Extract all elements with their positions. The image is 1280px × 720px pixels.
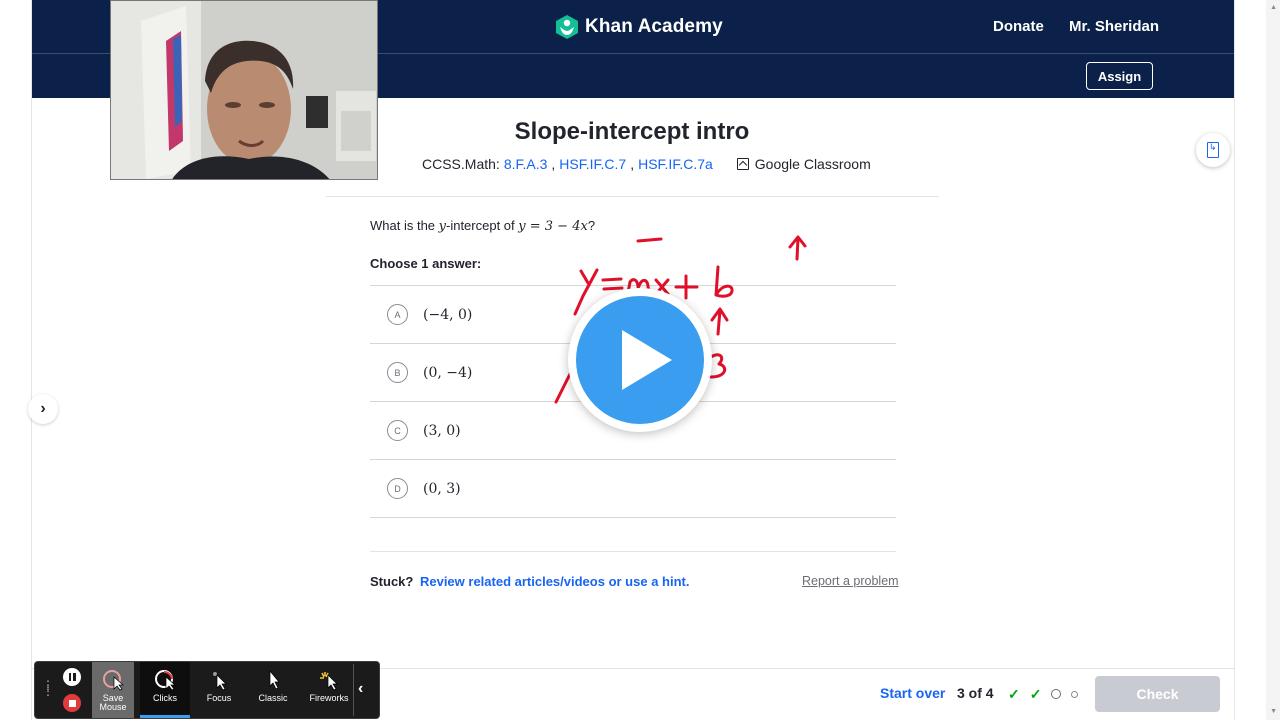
google-classroom-button[interactable]: Google Classroom xyxy=(736,156,871,172)
report-problem-link[interactable]: Report a problem xyxy=(802,574,899,588)
hint-link[interactable]: Review related articles/videos or use a … xyxy=(420,574,690,589)
start-over-button[interactable]: Start over xyxy=(880,685,945,701)
divider xyxy=(326,196,939,197)
standards-separator: , xyxy=(630,156,635,172)
pause-icon xyxy=(73,673,76,681)
check-icon: ✓ xyxy=(1008,686,1020,702)
choice-value: (0, −4) xyxy=(423,364,473,381)
vertical-scrollbar[interactable]: ▲ ▼ xyxy=(1266,0,1280,720)
user-menu[interactable]: Mr. Sheridan xyxy=(1069,18,1159,35)
choice-letter: B xyxy=(387,362,408,383)
question-prompt: What is the y-intercept of y = 3 − 4x? xyxy=(370,218,595,234)
pause-button[interactable] xyxy=(63,668,81,686)
divider xyxy=(370,551,896,552)
video-play-button[interactable] xyxy=(568,288,712,432)
choice-letter: A xyxy=(387,304,408,325)
current-question-icon xyxy=(1051,689,1062,699)
check-icon: ✓ xyxy=(1029,686,1042,702)
choice-value: (−4, 0) xyxy=(423,306,473,323)
help-line: Stuck? Review related articles/videos or… xyxy=(370,574,689,589)
standard-link-3[interactable]: HSF.IF.C.7a xyxy=(638,156,713,172)
scroll-down-icon[interactable]: ▼ xyxy=(1270,708,1277,715)
divider xyxy=(370,517,896,518)
tool-label: Classic xyxy=(258,693,288,703)
standard-link-1[interactable]: 8.F.A.3 xyxy=(504,156,548,172)
brand-name: Khan Academy xyxy=(585,16,723,37)
drag-handle-icon[interactable]: ⋮ ⋮ xyxy=(42,679,55,697)
progress-count: 3 of 4 xyxy=(957,685,994,701)
choice-value: (3, 0) xyxy=(423,422,461,439)
tool-label: Clicks xyxy=(153,693,177,703)
donate-link[interactable]: Donate xyxy=(993,18,1044,35)
stop-icon xyxy=(68,699,76,707)
pending-question-icon xyxy=(1071,690,1079,698)
choice-letter: C xyxy=(387,420,408,441)
google-classroom-label: Google Classroom xyxy=(754,156,871,172)
expand-sidebar-button[interactable]: › xyxy=(28,394,58,424)
standards-line: CCSS.Math: 8.F.A.3, HSF.IF.C.7, HSF.IF.C… xyxy=(422,156,871,172)
standard-link-2[interactable]: HSF.IF.C.7 xyxy=(559,156,626,172)
classic-cursor-icon xyxy=(260,669,286,691)
focus-tool[interactable]: Focus xyxy=(196,662,242,718)
choice-letter: D xyxy=(387,478,408,499)
clicks-icon xyxy=(152,669,178,691)
standards-separator: , xyxy=(551,156,556,172)
ink-dash xyxy=(636,237,663,243)
chevron-left-icon: ‹ xyxy=(358,680,364,697)
standards-prefix: CCSS.Math: xyxy=(422,156,500,172)
question-equation: y = 3 − 4x xyxy=(518,219,588,234)
choice-value: (0, 3) xyxy=(423,480,461,497)
check-button[interactable]: Check xyxy=(1095,676,1220,712)
stuck-label: Stuck? xyxy=(370,574,414,589)
fireworks-icon xyxy=(316,669,342,691)
tool-label: Focus xyxy=(206,693,232,703)
answer-choice-d[interactable]: D (0, 3) xyxy=(370,459,896,517)
progress-dots: ✓ ✓ xyxy=(1008,686,1079,702)
left-margin xyxy=(0,0,32,720)
side-tool-button[interactable] xyxy=(1196,133,1230,167)
tool-label: Save Mouse xyxy=(99,693,127,712)
clicks-tool[interactable]: Clicks xyxy=(140,662,190,718)
stop-button[interactable] xyxy=(63,694,81,712)
pause-icon xyxy=(68,673,71,681)
question-text-middle: -intercept of xyxy=(446,218,519,233)
save-mouse-icon xyxy=(100,669,126,691)
assign-button[interactable]: Assign xyxy=(1086,62,1153,90)
document-icon xyxy=(1207,142,1219,158)
classic-tool[interactable]: Classic xyxy=(250,662,296,718)
khan-academy-logo[interactable]: Khan Academy xyxy=(555,14,723,40)
screen: { "header": { "brand": "Khan Academy", "… xyxy=(0,0,1280,720)
question-variable: y xyxy=(438,219,446,234)
toolbar-separator xyxy=(353,664,354,716)
scroll-up-icon[interactable]: ▲ xyxy=(1270,4,1277,11)
focus-icon xyxy=(206,669,232,691)
fireworks-tool[interactable]: Fireworks xyxy=(304,662,354,718)
khan-leaf-icon xyxy=(556,15,578,39)
choose-instruction: Choose 1 answer: xyxy=(370,256,482,271)
play-circle xyxy=(576,296,704,424)
play-icon xyxy=(622,330,672,390)
tool-label: Fireworks xyxy=(309,693,349,703)
webcam-overlay xyxy=(110,0,378,180)
chevron-right-icon: › xyxy=(40,400,46,417)
share-icon xyxy=(736,158,749,170)
save-mouse-tool[interactable]: Save Mouse xyxy=(92,662,134,718)
collapse-toolbar-button[interactable]: ‹ xyxy=(358,680,363,698)
ink-arrow-up xyxy=(788,235,807,261)
question-text-start: What is the xyxy=(370,218,439,233)
presenter-video xyxy=(111,1,377,179)
question-text-end: ? xyxy=(587,218,596,233)
